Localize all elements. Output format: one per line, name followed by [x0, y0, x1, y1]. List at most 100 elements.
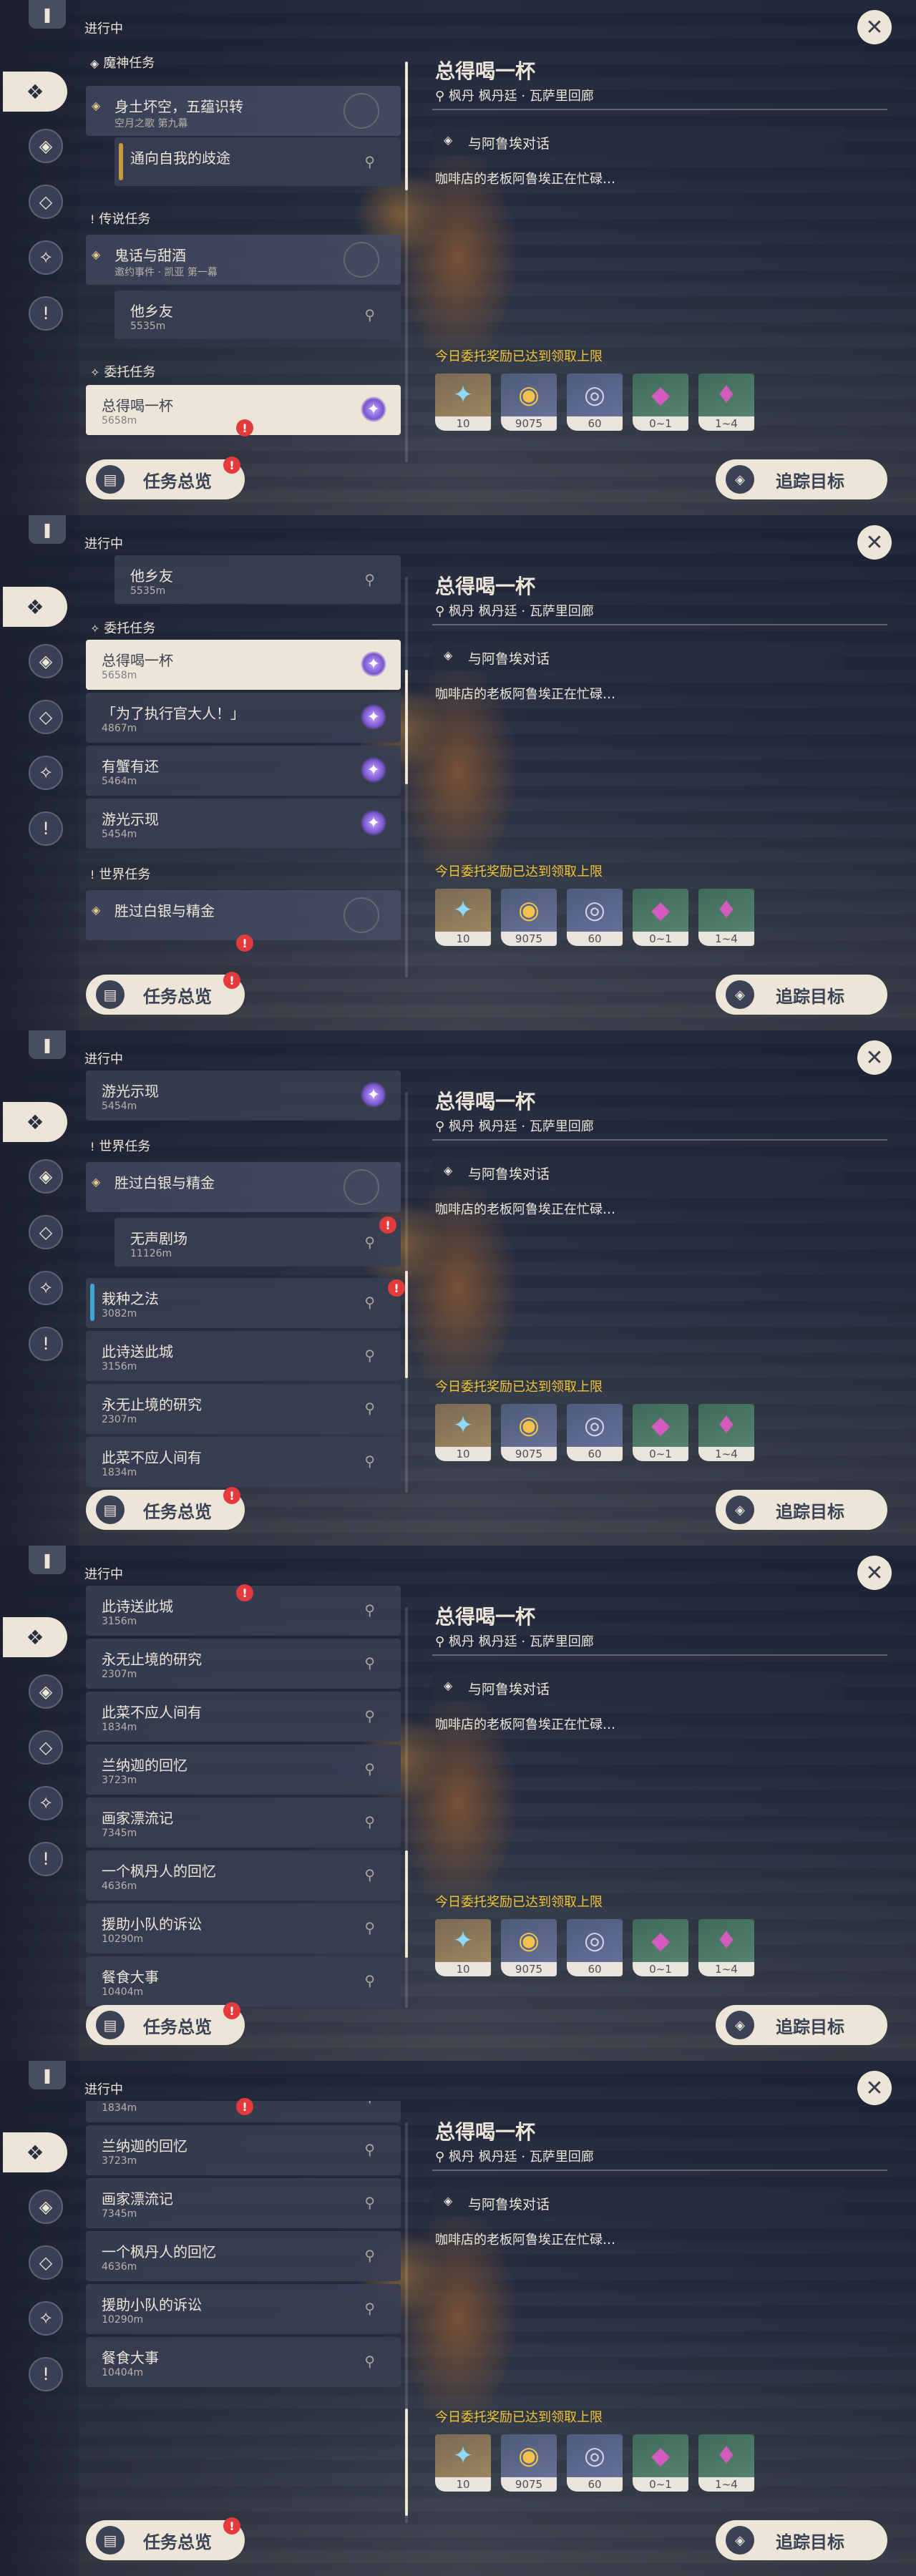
list-scrollbar[interactable] — [405, 577, 408, 977]
reward-crystal-cluster[interactable]: ♦ 1~4 — [698, 374, 754, 431]
tab-world-quests[interactable]: ! — [29, 1327, 63, 1361]
track-objective-button[interactable]: ◈ 追踪目标 — [716, 2005, 887, 2045]
location-pin-icon[interactable]: ⚲ — [364, 2141, 375, 2158]
quest-archon-step[interactable]: 通向自我的歧途 ⚲ — [114, 137, 401, 186]
tab-world-quests[interactable]: ! — [29, 811, 63, 846]
tab-all-quests[interactable]: ❖ — [3, 1102, 67, 1142]
quest-world[interactable]: 援助小队的诉讼 10290m ⚲ — [86, 1903, 401, 1953]
reward-friendship[interactable]: ◎ 60 — [567, 374, 623, 431]
reward-adventure-exp[interactable]: ✦ 10 — [435, 889, 491, 946]
location-pin-icon[interactable]: ⚲ — [364, 2101, 375, 2105]
track-objective-button[interactable]: ◈ 追踪目标 — [716, 975, 887, 1015]
tab-all-quests[interactable]: ❖ — [3, 587, 67, 627]
quest-archon-main[interactable]: ◈ 身土坏空，五蕴识转 空月之歌 第九幕 — [86, 86, 401, 136]
quest-world-main[interactable]: ◈ 胜过白银与精金 — [86, 1162, 401, 1212]
track-objective-button[interactable]: ◈ 追踪目标 — [716, 459, 887, 499]
quest-world[interactable]: 援助小队的诉讼 10290m ⚲ — [86, 2284, 401, 2334]
tab-all-quests[interactable]: ❖ — [3, 72, 67, 112]
reward-crystal-ore[interactable]: ◆ 0~1 — [633, 374, 688, 431]
location-pin-icon[interactable]: ⚲ — [364, 1760, 375, 1777]
location-pin-icon[interactable]: ⚲ — [364, 1919, 375, 1936]
quest-world[interactable]: 兰纳迦的回忆 3723m ⚲ — [86, 1745, 401, 1795]
list-scrollbar[interactable] — [405, 1607, 408, 2008]
list-scrollbar[interactable] — [405, 2122, 408, 2523]
location-pin-icon[interactable]: ⚲ — [364, 2300, 375, 2317]
quest-story-main[interactable]: ◈ 鬼话与甜酒 邀约事件 · 凯亚 第一幕 — [86, 235, 401, 285]
quest-world[interactable]: 画家漂流记 7345m ⚲ — [86, 2178, 401, 2228]
reward-adventure-exp[interactable]: ✦ 10 — [435, 374, 491, 431]
quest-overview-button[interactable]: ▤ 任务总览! — [86, 2002, 245, 2045]
location-pin-icon[interactable]: ⚲ — [364, 1234, 375, 1251]
track-objective-button[interactable]: ◈ 追踪目标 — [716, 1490, 887, 1530]
quest-list[interactable]: 游光示现 5454m ✦ ! 世界任务 ◈ 胜过白银与精金 无声剧场 11126m ⚲… — [86, 1070, 401, 1493]
quest-world[interactable]: 一个枫丹人的回忆 4636m ⚲ — [86, 1850, 401, 1901]
tab-archon-quests[interactable]: ◈ — [29, 2190, 63, 2224]
quest-world-step[interactable]: 无声剧场 11126m ⚲ — [114, 1218, 401, 1267]
location-pin-icon[interactable]: ⚲ — [364, 1400, 375, 1417]
reward-crystal-ore[interactable]: ◆ 0~1 — [633, 1404, 688, 1461]
reward-crystal-cluster[interactable]: ♦ 1~4 — [698, 889, 754, 946]
reward-mora[interactable]: ◉ 9075 — [501, 889, 557, 946]
quest-list[interactable]: 此菜不应人间有1834m ⚲ 兰纳迦的回忆3723m ⚲ 画家漂流记7345m … — [86, 2101, 401, 2523]
reward-adventure-exp[interactable]: ✦ 10 — [435, 2434, 491, 2492]
tab-commissions[interactable]: ✧ — [29, 1786, 63, 1820]
location-pin-icon[interactable]: ⚲ — [364, 571, 375, 588]
quest-commission[interactable]: 游光示现 5454m ✦ — [86, 1070, 401, 1121]
quest-world[interactable]: 画家漂流记 7345m ⚲ — [86, 1797, 401, 1848]
reward-mora[interactable]: ◉ 9075 — [501, 1404, 557, 1461]
tab-archon-quests[interactable]: ◈ — [29, 1159, 63, 1194]
track-objective-button[interactable]: ◈ 追踪目标 — [716, 2520, 887, 2560]
tab-commissions[interactable]: ✧ — [29, 240, 63, 275]
quest-world[interactable]: 永无止境的研究 2307m ⚲ — [86, 1384, 401, 1434]
quest-overview-button[interactable]: ▤ 任务总览! — [86, 972, 245, 1015]
tab-story-quests[interactable]: ◇ — [29, 2245, 63, 2280]
quest-world[interactable]: 餐食大事 10404m ⚲ — [86, 1956, 401, 2006]
tab-story-quests[interactable]: ◇ — [29, 185, 63, 219]
quest-world[interactable]: 永无止境的研究 2307m ⚲ — [86, 1639, 401, 1689]
reward-crystal-cluster[interactable]: ♦ 1~4 — [698, 1919, 754, 1976]
quest-overview-button[interactable]: ▤ 任务总览! — [86, 457, 245, 499]
tab-all-quests[interactable]: ❖ — [3, 2132, 67, 2172]
quest-list[interactable]: ◈ 魔神任务 ◈ 身土坏空，五蕴识转 空月之歌 第九幕 通向自我的歧途 ⚲ ! 传说… — [86, 40, 401, 462]
reward-adventure-exp[interactable]: ✦ 10 — [435, 1919, 491, 1976]
location-pin-icon[interactable]: ⚲ — [364, 306, 375, 323]
reward-friendship[interactable]: ◎ 60 — [567, 1919, 623, 1976]
close-button[interactable]: ✕ — [857, 1556, 892, 1590]
tab-story-quests[interactable]: ◇ — [29, 1215, 63, 1249]
reward-friendship[interactable]: ◎ 60 — [567, 2434, 623, 2492]
tab-commissions[interactable]: ✧ — [29, 756, 63, 790]
reward-crystal-ore[interactable]: ◆ 0~1 — [633, 1919, 688, 1976]
tab-archon-quests[interactable]: ◈ — [29, 129, 63, 163]
tab-archon-quests[interactable]: ◈ — [29, 1674, 63, 1709]
location-pin-icon[interactable]: ⚲ — [364, 2247, 375, 2264]
reward-mora[interactable]: ◉ 9075 — [501, 1919, 557, 1976]
quest-story-step[interactable]: 他乡友 5535m ⚲ — [114, 555, 401, 604]
tab-in-progress[interactable]: ❚ — [29, 515, 66, 544]
tab-in-progress[interactable]: ❚ — [29, 1546, 66, 1574]
location-pin-icon[interactable]: ⚲ — [364, 1294, 375, 1311]
quest-list[interactable]: 此诗送此城 3156m ⚲ 永无止境的研究 2307m ⚲ 此菜不应人间有 1834m… — [86, 1586, 401, 2008]
tab-in-progress[interactable]: ❚ — [29, 1030, 66, 1059]
close-button[interactable]: ✕ — [857, 10, 892, 44]
tab-archon-quests[interactable]: ◈ — [29, 644, 63, 678]
quest-overview-button[interactable]: ▤ 任务总览! — [86, 2517, 245, 2560]
reward-crystal-ore[interactable]: ◆ 0~1 — [633, 2434, 688, 2492]
quest-world[interactable]: 一个枫丹人的回忆 4636m ⚲ — [86, 2231, 401, 2281]
quest-world[interactable]: 兰纳迦的回忆 3723m ⚲ — [86, 2125, 401, 2175]
quest-world[interactable]: 餐食大事 10404m ⚲ — [86, 2337, 401, 2387]
location-pin-icon[interactable]: ⚲ — [364, 1813, 375, 1830]
quest-list[interactable]: 他乡友 5535m ⚲ ✧ 委托任务 总得喝一杯 5658m ✦ 「为了执行官大人！… — [86, 555, 401, 977]
list-scrollbar[interactable] — [405, 1092, 408, 1493]
reward-crystal-cluster[interactable]: ♦ 1~4 — [698, 1404, 754, 1461]
tab-story-quests[interactable]: ◇ — [29, 700, 63, 734]
reward-mora[interactable]: ◉ 9075 — [501, 374, 557, 431]
quest-commission[interactable]: 「为了执行官大人！」 4867m ✦ — [86, 693, 401, 743]
tab-commissions[interactable]: ✧ — [29, 1271, 63, 1305]
location-pin-icon[interactable]: ⚲ — [364, 1866, 375, 1883]
reward-mora[interactable]: ◉ 9075 — [501, 2434, 557, 2492]
quest-commission[interactable]: 游光示现 5454m ✦ — [86, 799, 401, 849]
quest-world-main[interactable]: ◈ 胜过白银与精金 — [86, 890, 401, 940]
close-button[interactable]: ✕ — [857, 525, 892, 560]
tab-commissions[interactable]: ✧ — [29, 2301, 63, 2336]
location-pin-icon[interactable]: ⚲ — [364, 1972, 375, 1989]
